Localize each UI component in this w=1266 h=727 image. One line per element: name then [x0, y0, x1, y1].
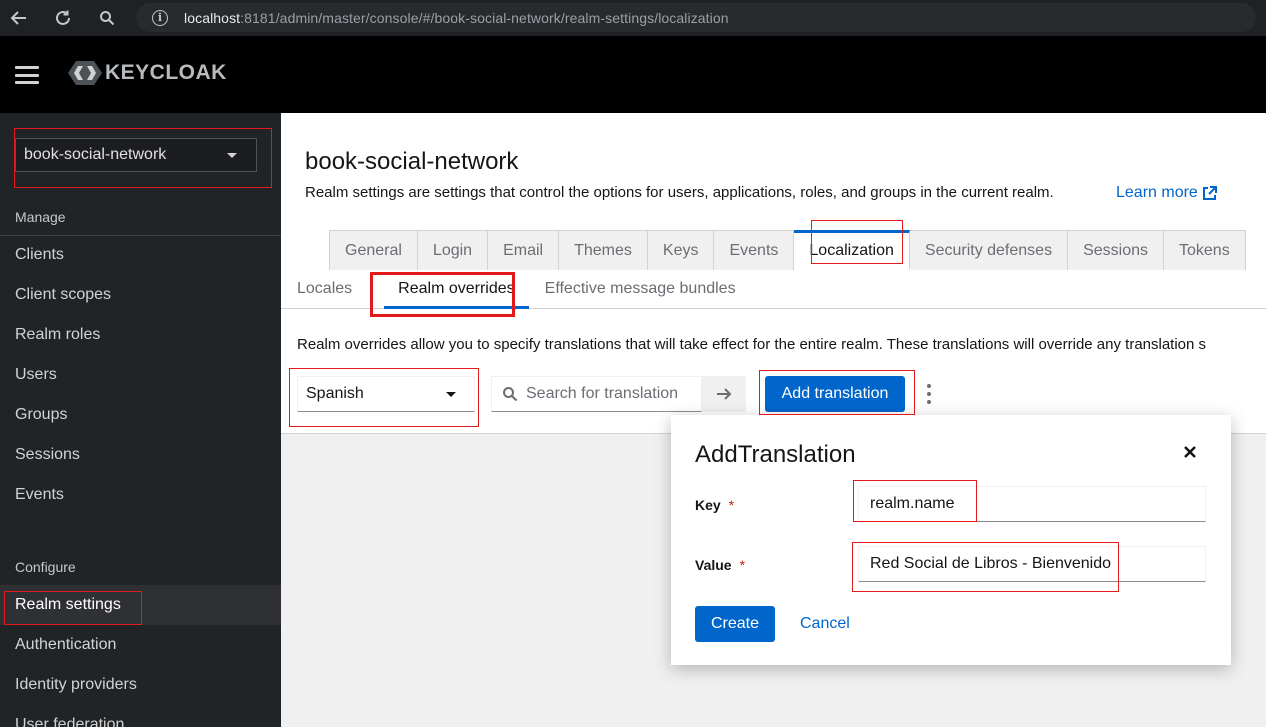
language-select[interactable]: Spanish [297, 376, 475, 412]
browser-toolbar: i localhost:8181/admin/master/console/#/… [0, 0, 1266, 36]
sidebar-item-user-federation[interactable]: User federation [0, 705, 281, 727]
add-translation-button[interactable]: Add translation [765, 376, 905, 412]
page-description: Realm settings are settings that control… [305, 184, 1054, 201]
subtab-locales[interactable]: Locales [297, 270, 368, 308]
tab-security-defenses[interactable]: Security defenses [909, 230, 1069, 270]
create-button[interactable]: Create [695, 606, 775, 642]
search-icon[interactable] [93, 4, 121, 32]
manage-section-title: Manage [15, 209, 66, 225]
search-icon [503, 387, 518, 402]
value-field[interactable]: Red Social de Libros - Bienvenido [858, 546, 1206, 582]
page-header: book-social-network Realm settings are s… [281, 113, 1266, 309]
caret-down-icon [227, 152, 237, 158]
app-header: KEYCLOAK [0, 36, 1266, 113]
value-field-label: Value * [695, 557, 746, 573]
modal-title: AddTranslation [695, 441, 856, 468]
required-marker: * [728, 497, 735, 513]
url-text: localhost:8181/admin/master/console/#/bo… [184, 9, 729, 26]
search-submit-button[interactable] [702, 376, 746, 412]
tab-login[interactable]: Login [417, 230, 489, 270]
search-input[interactable] [526, 385, 701, 403]
sidebar-item-events[interactable]: Events [0, 475, 281, 515]
tab-keys[interactable]: Keys [647, 230, 715, 270]
language-select-value: Spanish [306, 385, 364, 402]
keycloak-logo-icon [68, 61, 102, 85]
realm-selector[interactable]: book-social-network [15, 138, 257, 172]
tab-email[interactable]: Email [488, 230, 560, 270]
info-icon[interactable]: i [152, 9, 168, 26]
add-translation-modal: AddTranslation Key * realm.name Value * Re… [671, 415, 1231, 665]
translation-search [491, 376, 702, 412]
localization-subtabs: Locales Realm overrides Effective messag… [281, 270, 1266, 309]
hamburger-menu-icon[interactable] [15, 66, 39, 84]
learn-more-label: Learn more [1116, 184, 1198, 201]
configure-section-title: Configure [15, 559, 76, 575]
tab-sessions[interactable]: Sessions [1068, 230, 1164, 270]
sidebar-item-sessions[interactable]: Sessions [0, 435, 281, 475]
tab-tokens[interactable]: Tokens [1164, 230, 1246, 270]
sidebar-item-authentication[interactable]: Authentication [0, 625, 281, 665]
sidebar: book-social-network Manage Clients Clien… [0, 113, 281, 727]
learn-more-link[interactable]: Learn more [1116, 184, 1217, 202]
back-icon[interactable] [5, 4, 33, 32]
kebab-menu-icon[interactable] [925, 384, 933, 404]
tab-events[interactable]: Events [714, 230, 795, 270]
realm-selector-label: book-social-network [24, 146, 167, 163]
cancel-button[interactable]: Cancel [800, 606, 850, 642]
page-title: book-social-network [305, 148, 519, 175]
sidebar-item-client-scopes[interactable]: Client scopes [0, 275, 281, 315]
tab-themes[interactable]: Themes [559, 230, 648, 270]
sidebar-item-groups[interactable]: Groups [0, 395, 281, 435]
logo-text: KEYCLOAK [105, 61, 227, 84]
subtab-effective-message-bundles[interactable]: Effective message bundles [545, 270, 752, 308]
caret-down-icon [446, 391, 456, 397]
realm-settings-tabs: General Login Email Themes Keys Events L… [329, 230, 1246, 270]
address-bar[interactable]: i localhost:8181/admin/master/console/#/… [136, 3, 1256, 32]
sidebar-item-clients[interactable]: Clients [0, 235, 281, 275]
key-field-label: Key * [695, 497, 735, 513]
subtab-realm-overrides[interactable]: Realm overrides [384, 270, 530, 309]
sidebar-item-realm-roles[interactable]: Realm roles [0, 315, 281, 355]
reload-icon[interactable] [49, 4, 77, 32]
overrides-description: Realm overrides allow you to specify tra… [297, 336, 1207, 353]
tab-general[interactable]: General [329, 230, 418, 270]
sidebar-item-realm-settings[interactable]: Realm settings [0, 585, 281, 625]
keycloak-logo[interactable]: KEYCLOAK [67, 60, 227, 86]
close-icon[interactable] [1183, 445, 1197, 459]
sidebar-item-users[interactable]: Users [0, 355, 281, 395]
external-link-icon [1202, 185, 1217, 200]
tab-localization[interactable]: Localization [794, 230, 910, 270]
required-marker: * [739, 557, 746, 573]
arrow-right-icon [717, 388, 732, 400]
key-field[interactable]: realm.name [858, 486, 1206, 522]
sidebar-item-identity-providers[interactable]: Identity providers [0, 665, 281, 705]
